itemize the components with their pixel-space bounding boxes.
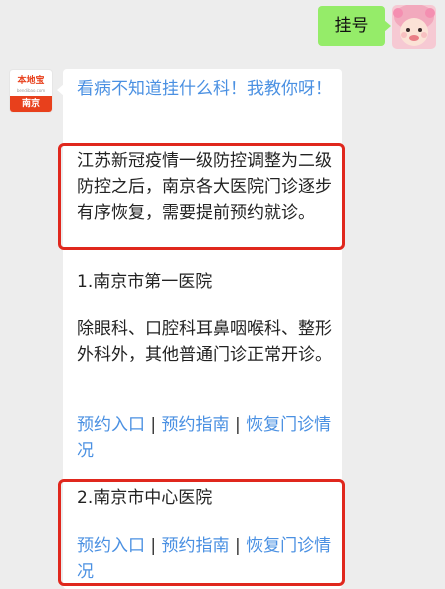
user-message-bubble: 挂号 [318,6,391,46]
link-separator: | [234,415,241,435]
user-message-text: 挂号 [334,16,369,36]
hospital1-title: 1.南京市第一医院 [77,272,213,292]
hospital1-guide-link[interactable]: 预约指南 [162,415,230,435]
bot-avatar[interactable]: 本地宝 bendibao.com 南京 [9,69,53,113]
user-avatar[interactable] [392,5,436,49]
intro-link[interactable]: 看病不知道挂什么科！我教你呀！ [77,79,332,99]
highlight-box-hospital2 [58,479,345,586]
bot-logo-brand: 本地宝 [17,76,45,86]
intro-link-block[interactable]: 看病不知道挂什么科！我教你呀！ [77,76,335,102]
hospital1-booking-link[interactable]: 预约入口 [77,415,145,435]
bot-logo-domain: bendibao.com [16,88,46,93]
hospital1-links: 预约入口 | 预约指南 | 恢复门诊情况 [77,412,335,464]
baby-photo-icon [392,5,436,49]
highlight-box-notice [58,143,345,250]
hospital1-note: 除眼科、口腔科耳鼻咽喉科、整形外科外，其他普通门诊正常开诊。 [77,319,332,365]
link-separator: | [150,415,157,435]
bot-logo-city: 南京 [10,96,52,112]
